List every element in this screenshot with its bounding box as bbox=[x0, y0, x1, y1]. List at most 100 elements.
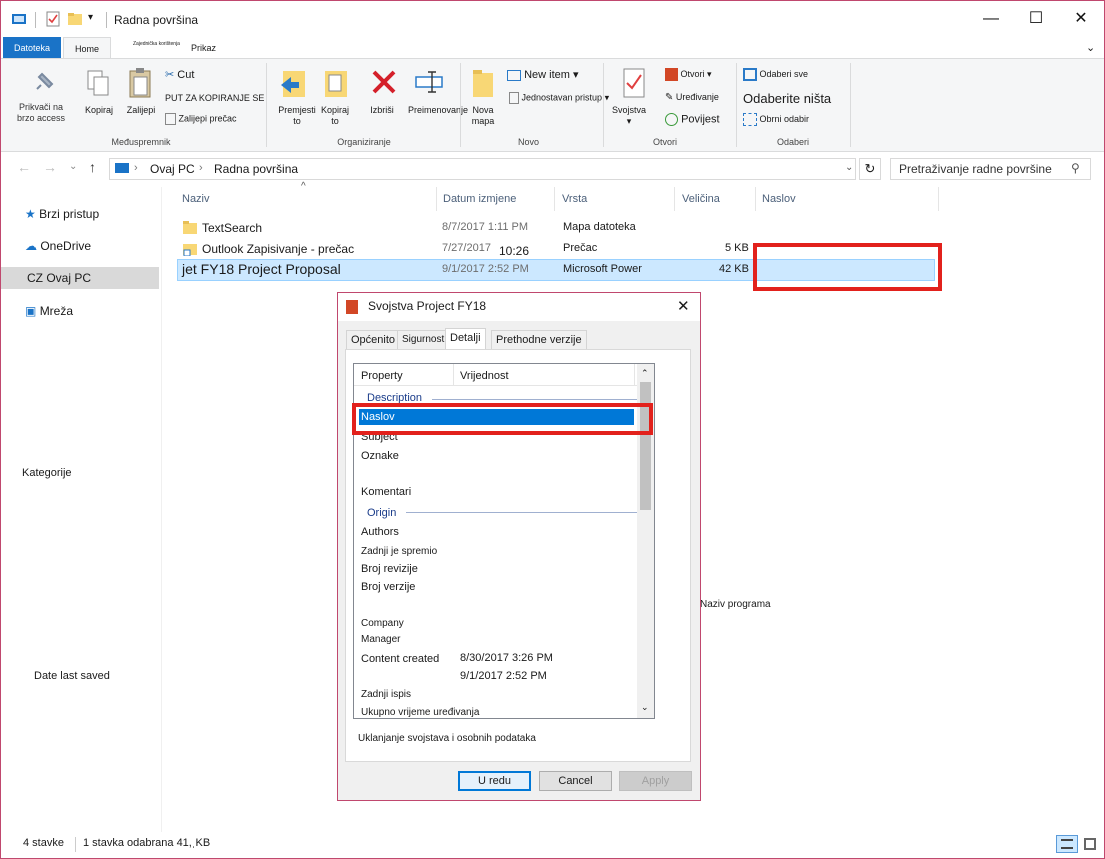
col-sep-5 bbox=[938, 187, 939, 211]
prop-authors[interactable]: Authors bbox=[361, 526, 399, 538]
prop-tags[interactable]: Oznake bbox=[361, 450, 399, 462]
prop-comments[interactable]: Komentari bbox=[361, 486, 411, 498]
new-item-label: New item bbox=[524, 69, 570, 81]
help-icon[interactable]: ⌄ bbox=[1086, 41, 1095, 54]
section-line bbox=[406, 512, 642, 513]
new-item-icon bbox=[507, 69, 521, 81]
new-folder-quick-icon[interactable] bbox=[67, 11, 83, 27]
address-dropdown-icon[interactable]: ⌄ bbox=[845, 162, 853, 173]
select-none-button[interactable]: Odaberite ništa bbox=[743, 91, 831, 106]
tab-file[interactable]: Datoteka bbox=[3, 37, 61, 59]
forward-arrow-icon[interactable]: → bbox=[43, 159, 57, 175]
cut-button[interactable]: ✂ Cut bbox=[165, 68, 194, 81]
tab-view[interactable]: Prikaz bbox=[187, 37, 220, 59]
pin-button[interactable]: Prikvači na brzo access bbox=[9, 102, 73, 124]
column-title[interactable]: Naslov bbox=[762, 193, 796, 205]
scroll-up-icon[interactable]: ⌃ bbox=[641, 368, 649, 379]
remove-properties-link[interactable]: Uklanjanje svojstava i osobnih podataka bbox=[358, 733, 536, 744]
close-button[interactable]: ✕ bbox=[1066, 9, 1096, 29]
breadcrumb-desktop[interactable]: Radna površina bbox=[214, 162, 298, 176]
ok-button[interactable]: U redu bbox=[458, 771, 531, 791]
dialog-tab-general[interactable]: Općenito bbox=[346, 330, 401, 350]
shortcut-folder-icon bbox=[183, 244, 197, 256]
column-size[interactable]: Veličina bbox=[682, 193, 720, 205]
invert-selection-button[interactable]: Obrni odabir bbox=[743, 113, 809, 126]
paste-icon bbox=[129, 68, 151, 98]
tab-home[interactable]: Home bbox=[63, 37, 111, 59]
prop-version[interactable]: Broj verzije bbox=[361, 581, 415, 593]
breadcrumb-arrow-2: › bbox=[199, 162, 203, 174]
easy-access-button[interactable]: Jednostavan pristup ▾ bbox=[509, 92, 609, 104]
column-date[interactable]: Datum izmjene bbox=[443, 193, 516, 205]
dialog-close-icon[interactable]: ✕ bbox=[677, 297, 690, 315]
col-property[interactable]: Property bbox=[361, 370, 403, 382]
dialog-tab-previous-versions[interactable]: Prethodne verzije bbox=[491, 330, 587, 350]
file-row[interactable]: TextSearch 8/7/2017 1:11 PM Mapa datotek… bbox=[177, 218, 937, 238]
scroll-down-icon[interactable]: ⌄ bbox=[641, 702, 649, 713]
search-input[interactable]: Pretraživanje radne površine ⚲ bbox=[890, 158, 1091, 180]
properties-button[interactable]: Svojstva ▾ bbox=[607, 105, 651, 127]
properties-quick-icon[interactable] bbox=[45, 11, 61, 27]
prop-revision[interactable]: Broj revizije bbox=[361, 563, 418, 575]
paste-shortcut-button[interactable]: Zalijepi prečac bbox=[165, 113, 237, 125]
prop-company[interactable]: Company bbox=[361, 618, 404, 629]
group-new-label: Novo bbox=[517, 137, 539, 147]
dialog-tab-details[interactable]: Detalji bbox=[445, 328, 486, 350]
move-to-icon bbox=[281, 71, 305, 97]
history-button[interactable]: Povijest bbox=[665, 113, 720, 126]
maximize-button[interactable]: ☐ bbox=[1021, 9, 1051, 29]
large-icons-view-button[interactable] bbox=[1081, 835, 1101, 853]
prop-created[interactable]: Content created bbox=[361, 653, 439, 665]
new-item-button[interactable]: New item ▾ bbox=[507, 68, 578, 81]
details-view-button[interactable] bbox=[1056, 835, 1078, 853]
tab-share[interactable]: Zajednička korištenja bbox=[129, 33, 184, 55]
minimize-button[interactable]: — bbox=[976, 9, 1006, 29]
select-all-button[interactable]: Odaberi sve bbox=[743, 68, 808, 81]
open-button[interactable]: Otvori ▾ bbox=[665, 68, 712, 81]
delete-button[interactable]: Izbriši bbox=[365, 105, 399, 116]
new-folder-icon bbox=[473, 70, 493, 97]
file-name: TextSearch bbox=[202, 221, 263, 235]
prop-edit-time[interactable]: Ukupno vrijeme uređivanja bbox=[361, 707, 479, 718]
select-none-label: Odaberite ništa bbox=[743, 91, 832, 106]
group-sep-2 bbox=[460, 63, 461, 147]
col-value[interactable]: Vrijednost bbox=[460, 370, 509, 382]
address-bar[interactable]: › Ovaj PC › Radna površina ⌄ bbox=[109, 158, 856, 180]
up-arrow-icon[interactable]: ↑ bbox=[89, 159, 96, 175]
recent-chevron-icon[interactable]: ⌄ bbox=[69, 161, 77, 172]
paste-button[interactable]: Zalijepi bbox=[123, 105, 159, 116]
copy-to-button[interactable]: Kopiraj to bbox=[317, 105, 353, 127]
properties-label: Svojstva bbox=[611, 105, 646, 115]
back-arrow-icon[interactable]: ← bbox=[17, 159, 31, 175]
status-sep bbox=[75, 837, 76, 852]
title-bar: ▾ Radna površina — ☐ ✕ bbox=[1, 1, 1104, 37]
qat-dropdown-icon[interactable]: ▾ bbox=[88, 12, 93, 23]
delete-icon bbox=[372, 70, 396, 94]
apply-button[interactable]: Apply bbox=[619, 771, 692, 791]
open-label: Otvori bbox=[680, 68, 705, 79]
prop-manager[interactable]: Manager bbox=[361, 634, 400, 645]
refresh-button[interactable]: ↻ bbox=[859, 158, 881, 180]
copy-path-button[interactable]: PUT ZA KOPIRANJE SE bbox=[165, 93, 264, 103]
column-type[interactable]: Vrsta bbox=[562, 193, 587, 205]
nav-network[interactable]: ▣ Mreža bbox=[25, 300, 155, 322]
dialog-tab-security[interactable]: Sigurnost bbox=[397, 330, 450, 350]
prop-created-value: 8/30/2017 3:26 PM bbox=[460, 652, 553, 664]
explorer-app-icon[interactable] bbox=[11, 11, 27, 27]
cancel-button[interactable]: Cancel bbox=[539, 771, 612, 791]
scroll-thumb[interactable] bbox=[640, 382, 651, 510]
column-name[interactable]: Naziv bbox=[182, 193, 210, 205]
ribbon: Prikvači na brzo access Kopiraj Zalijepi… bbox=[1, 58, 1104, 152]
edit-button[interactable]: ✎ Uređivanje bbox=[665, 92, 719, 103]
new-folder-button[interactable]: Nova mapa bbox=[465, 105, 501, 127]
nav-network-label: Mreža bbox=[39, 304, 74, 318]
nav-onedrive[interactable]: ☁ OneDrive bbox=[25, 235, 155, 257]
prop-saved-by[interactable]: Zadnji je spremio bbox=[361, 546, 437, 557]
nav-quick-access[interactable]: ★ Brzi pristup bbox=[25, 203, 155, 225]
prop-printed[interactable]: Zadnji ispis bbox=[361, 689, 411, 700]
file-size: 42 KB bbox=[719, 263, 749, 275]
nav-this-pc[interactable]: CZ Ovaj PC bbox=[1, 267, 159, 289]
copy-button[interactable]: Kopiraj bbox=[81, 105, 117, 116]
breadcrumb-this-pc[interactable]: Ovaj PC bbox=[150, 162, 195, 176]
move-to-button[interactable]: Premjesti to bbox=[275, 105, 319, 127]
